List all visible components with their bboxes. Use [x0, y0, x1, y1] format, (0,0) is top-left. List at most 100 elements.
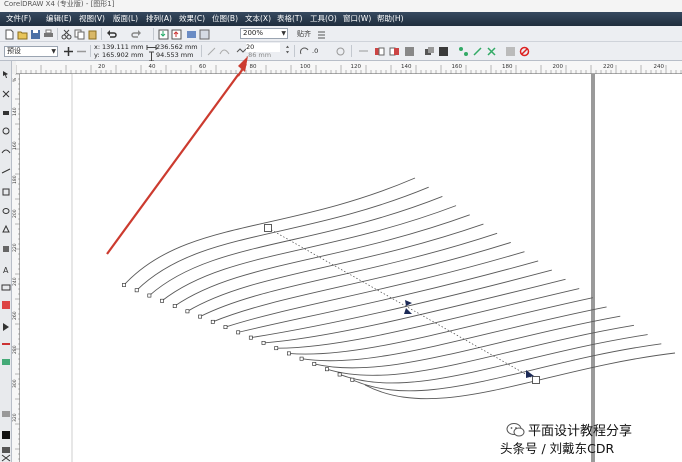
counterclockwise-blend-icon[interactable] — [389, 46, 400, 57]
new-icon[interactable] — [4, 29, 15, 40]
color-swatch-black — [2, 431, 10, 439]
node-handle[interactable] — [236, 330, 241, 335]
object-acceleration-icon[interactable] — [404, 46, 415, 57]
node-handle[interactable] — [185, 309, 190, 314]
menu-tools[interactable]: 工具(O) — [310, 12, 337, 26]
menu-file[interactable]: 文件(F) — [6, 12, 31, 26]
clockwise-blend-icon[interactable] — [374, 46, 385, 57]
blend-line[interactable] — [288, 297, 593, 355]
blend-path-guide — [267, 227, 537, 381]
blend-path-icon[interactable] — [219, 46, 230, 57]
paste-icon[interactable] — [87, 29, 98, 40]
blend-line[interactable] — [339, 334, 648, 384]
y-position-field[interactable]: 165.902 mm — [102, 51, 144, 60]
blend-line[interactable] — [250, 269, 552, 339]
blend-line[interactable] — [326, 324, 635, 376]
menu-table[interactable]: 表格(T) — [277, 12, 302, 26]
top-ruler-label: 240 — [654, 64, 665, 70]
steps-stepper[interactable] — [282, 44, 290, 58]
cut-icon[interactable] — [61, 29, 72, 40]
misc-blend-options-icon[interactable] — [438, 46, 449, 57]
menu-layout[interactable]: 版面(L) — [113, 12, 138, 26]
import-icon[interactable] — [158, 29, 169, 40]
menu-help[interactable]: 帮助(H) — [377, 12, 404, 26]
end-handle[interactable] — [532, 376, 540, 384]
node-handle[interactable] — [147, 293, 152, 298]
blend-line[interactable] — [161, 205, 457, 302]
print-icon[interactable] — [43, 29, 54, 40]
open-icon[interactable] — [17, 29, 28, 40]
start-handle[interactable] — [264, 224, 272, 232]
preset-dropdown[interactable]: 预设 ▼ — [4, 46, 58, 57]
node-handle[interactable] — [337, 372, 342, 377]
loop-blend-icon[interactable] — [335, 46, 346, 57]
blend-midpoint-arrow-lower[interactable] — [404, 308, 412, 314]
blend-line[interactable] — [174, 214, 470, 307]
menu-bitmaps[interactable]: 位图(B) — [212, 12, 238, 26]
menu-effects[interactable]: 效果(C) — [179, 12, 205, 26]
undo-icon[interactable] — [106, 29, 117, 40]
snap-to-label[interactable]: 贴齐 — [297, 30, 311, 38]
blend-angle-field[interactable]: .0 — [312, 47, 332, 56]
node-handle[interactable] — [261, 340, 266, 345]
clear-blend-icon[interactable] — [519, 46, 530, 57]
blend-line[interactable] — [352, 343, 662, 392]
path-properties-icon[interactable] — [486, 46, 497, 57]
standard-toolbar: 200% ▼ 贴齐 — [0, 26, 682, 42]
copy-icon[interactable] — [74, 29, 85, 40]
redo-icon[interactable] — [131, 29, 142, 40]
start-object-icon[interactable] — [458, 46, 469, 57]
blend-artwork[interactable] — [20, 74, 682, 462]
color-acceleration-icon[interactable] — [424, 46, 435, 57]
direct-blend-icon[interactable] — [358, 46, 369, 57]
left-ruler[interactable]: % 140 160 180 200 220 240 260 280 300 320 — [12, 73, 20, 462]
save-icon[interactable] — [30, 29, 41, 40]
node-handle[interactable] — [172, 304, 177, 308]
blend-line[interactable] — [212, 242, 511, 323]
application-launcher-icon[interactable] — [186, 29, 197, 40]
toolbox-icons[interactable]: A — [0, 61, 12, 462]
node-handle[interactable] — [160, 298, 164, 303]
node-handle[interactable] — [274, 346, 279, 351]
end-object-icon[interactable] — [472, 46, 483, 57]
shape-tool-icon — [2, 90, 10, 98]
node-handle[interactable] — [299, 356, 304, 361]
toolbar-separator — [351, 45, 352, 57]
toolbox: A — [0, 61, 12, 462]
node-handle[interactable] — [325, 367, 329, 372]
menu-arrange[interactable]: 排列(A) — [146, 12, 172, 26]
width-icon — [146, 42, 157, 51]
top-ruler[interactable]: 20 40 60 80 100 120 140 160 180 200 220 240 — [15, 61, 682, 74]
node-handle[interactable] — [248, 335, 253, 340]
blend-line[interactable] — [149, 196, 443, 296]
node-handle[interactable] — [198, 314, 203, 319]
copy-blend-icon[interactable] — [505, 46, 516, 57]
export-icon[interactable] — [171, 29, 182, 40]
top-ruler-label: 60 — [199, 64, 206, 70]
interactive-tool-icon — [2, 301, 10, 309]
blend-line[interactable] — [364, 352, 676, 400]
no-fill-swatch — [1, 454, 11, 462]
node-handle[interactable] — [210, 319, 215, 324]
delete-preset-icon[interactable] — [76, 46, 87, 57]
zoom-level-dropdown[interactable]: 200% ▼ — [240, 28, 288, 39]
object-origin-icon[interactable] — [206, 46, 217, 57]
height-field[interactable]: 94.553 mm — [156, 51, 198, 60]
node-handle[interactable] — [223, 325, 228, 330]
blend-line[interactable] — [225, 251, 525, 328]
node-handle[interactable] — [312, 362, 317, 366]
node-handle[interactable] — [350, 377, 355, 382]
node-handle[interactable] — [286, 351, 291, 356]
node-handle[interactable] — [122, 283, 126, 287]
menu-view[interactable]: 视图(V) — [79, 12, 105, 26]
menu-edit[interactable]: 编辑(E) — [46, 12, 72, 26]
drawing-canvas[interactable] — [20, 74, 682, 462]
menu-window[interactable]: 窗口(W) — [343, 12, 371, 26]
menu-text[interactable]: 文本(X) — [245, 12, 271, 26]
add-preset-icon[interactable] — [63, 46, 74, 57]
snap-options-icon[interactable] — [316, 29, 327, 40]
welcome-screen-icon[interactable] — [199, 29, 210, 40]
wechat-logo-icon — [506, 423, 525, 437]
blend-spacing-field[interactable]: .86 mm — [246, 51, 280, 60]
node-handle[interactable] — [134, 288, 139, 293]
